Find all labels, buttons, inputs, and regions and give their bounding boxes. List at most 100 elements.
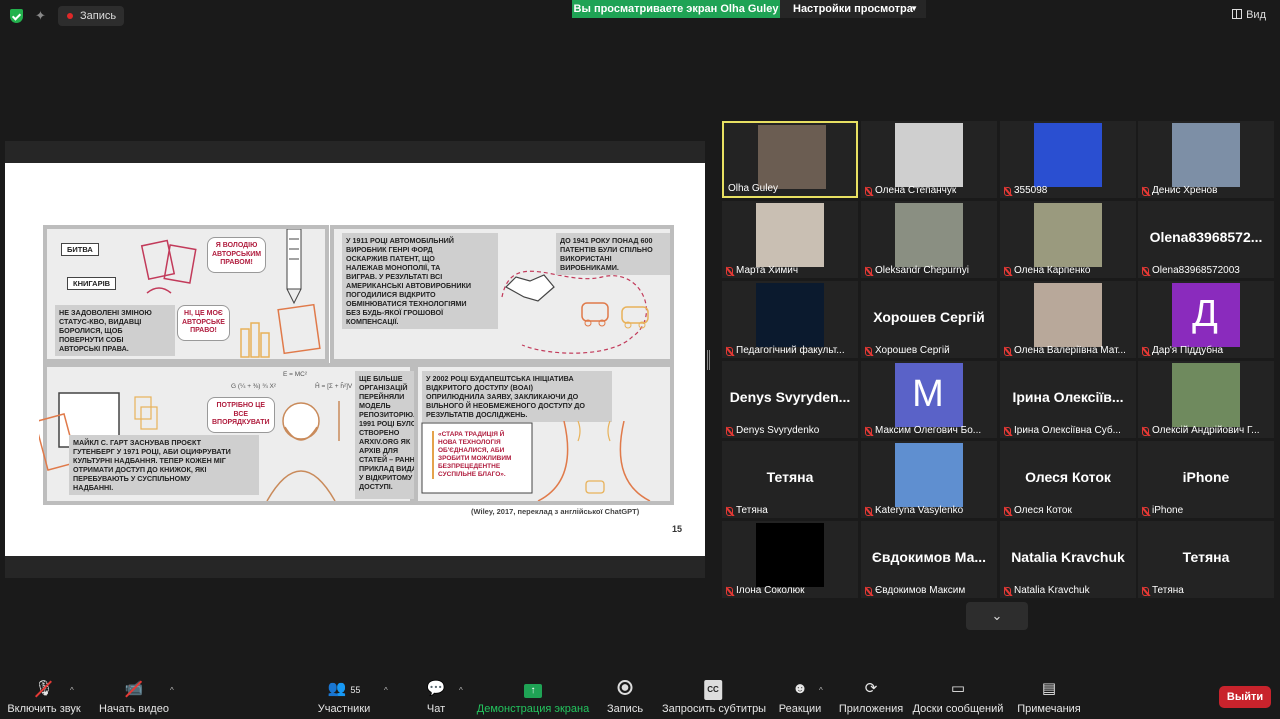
participant-name-label: Педагогічний факульт...	[726, 345, 856, 356]
participant-name: Євдокимов Максим	[875, 585, 966, 596]
participant-name: Максим Олегович Бо...	[875, 425, 982, 436]
participant-tile[interactable]: Kateryna Vasylenko	[861, 441, 997, 518]
view-button[interactable]: Вид	[1232, 9, 1266, 21]
participant-name: Olena83968572003	[1152, 265, 1240, 276]
leave-button[interactable]: Выйти	[1219, 686, 1271, 708]
participant-tile[interactable]: Oleksandr Chepurnyi	[861, 201, 997, 278]
participant-display-name: Ірина Олексіїв...	[1012, 389, 1124, 405]
participant-name-label: Тетяна	[1142, 585, 1272, 596]
apps-button[interactable]: ⟳ Приложения	[836, 672, 906, 719]
participant-name-label: Ілона Соколюк	[726, 585, 856, 596]
chat-label: Чат	[426, 703, 446, 715]
share-screen-icon: ↑	[524, 680, 542, 698]
microphone-muted-icon	[865, 267, 872, 276]
record-button[interactable]: Запись	[600, 672, 650, 719]
participant-tile[interactable]: iPhone iPhone	[1138, 441, 1274, 518]
captions-button[interactable]: CC Запросить субтитры	[662, 672, 767, 719]
participants-button[interactable]: 👥 55 Участники	[310, 672, 378, 719]
participant-video	[758, 125, 826, 189]
microphone-muted-icon	[726, 587, 733, 596]
video-options-caret[interactable]: ^	[170, 686, 174, 695]
microphone-muted-icon	[726, 427, 733, 436]
participant-name-label: Хорошев Сергій	[865, 345, 995, 356]
participant-name: Olha Guley	[728, 183, 779, 194]
participant-tile[interactable]: 355098	[1000, 121, 1136, 198]
participant-display-name: Denys Svyryden...	[729, 389, 851, 405]
signpost-top: БИТВА	[61, 243, 99, 256]
participant-tile[interactable]: Olha Guley	[722, 121, 858, 198]
participant-tile[interactable]: Д Дар'я Піддубна	[1138, 281, 1274, 358]
view-options-button[interactable]: Настройки просмотра ▼	[780, 0, 926, 18]
participant-name-label: Марта Химич	[726, 265, 856, 276]
participant-name: Олена Карпенко	[1014, 265, 1091, 276]
whiteboard-icon: ▭	[950, 680, 966, 697]
participant-video	[756, 203, 824, 267]
participant-tile[interactable]: Olena83968572... Olena83968572003	[1138, 201, 1274, 278]
notes-button[interactable]: ▤ Примечания	[1014, 672, 1084, 719]
reactions-button[interactable]: ☻ Реакции	[776, 672, 824, 719]
participant-tile[interactable]: Тетяна Тетяна	[1138, 521, 1274, 598]
chat-button[interactable]: 💬 Чат	[414, 672, 458, 719]
participant-tile[interactable]: Олена Карпенко	[1000, 201, 1136, 278]
unmute-button[interactable]: 🎙 Включить звук	[0, 672, 88, 719]
participant-tile[interactable]: Natalia Kravchuk Natalia Kravchuk	[1000, 521, 1136, 598]
participant-tile[interactable]: Ілона Соколюк	[722, 521, 858, 598]
participant-tile[interactable]: Тетяна Тетяна	[722, 441, 858, 518]
microphone-muted-icon	[865, 427, 872, 436]
share-screen-button[interactable]: ↑ Демонстрация экрана	[476, 672, 590, 719]
security-shield-icon[interactable]	[10, 9, 23, 23]
gallery-expand-button[interactable]: ⌄	[966, 602, 1028, 630]
top-bar: ✦ Запись Вы просматриваете экран Olha Gu…	[0, 0, 1280, 30]
participant-name: Олена Степанчук	[875, 185, 957, 196]
apps-label: Приложения	[838, 703, 904, 715]
captions-label: Запросить субтитры	[662, 703, 767, 715]
comic-panel-3: G (¼ + ⅜) ¾ X² E = MC² Ĥ = [Σ + ĥ²]V ПОТ…	[39, 363, 445, 505]
reactions-options-caret[interactable]: ^	[819, 686, 823, 695]
splitter-handle[interactable]	[707, 350, 710, 370]
microphone-muted-icon	[1004, 187, 1011, 196]
participant-tile[interactable]: Олеся Коток Олеся Коток	[1000, 441, 1136, 518]
participant-tile[interactable]: Олена Валеріївна Мат...	[1000, 281, 1136, 358]
whiteboards-button[interactable]: ▭ Доски сообщений	[912, 672, 1004, 719]
participant-tile[interactable]: Марта Химич	[722, 201, 858, 278]
participant-tile[interactable]: Олена Степанчук	[861, 121, 997, 198]
participant-name-label: Олексій Андрійович Г...	[1142, 425, 1272, 436]
panel-2-text-right: ДО 1941 РОКУ ПОНАД 600 ПАТЕНТІВ БУЛИ СПІ…	[556, 233, 670, 275]
participant-name-label: Олена Валеріївна Мат...	[1004, 345, 1134, 356]
recording-indicator[interactable]: Запись	[58, 6, 125, 26]
participant-display-name: iPhone	[1182, 469, 1230, 485]
participant-name: Natalia Kravchuk	[1014, 585, 1090, 596]
participant-name-label: Kateryna Vasylenko	[865, 505, 995, 516]
chevron-down-icon: ▼	[910, 4, 918, 13]
participant-name: iPhone	[1152, 505, 1184, 516]
participant-video	[1172, 123, 1240, 187]
scientist-illustration	[266, 401, 340, 501]
microphone-muted-icon	[1004, 427, 1011, 436]
meeting-toolbar: 🎙 Включить звук ^ 📹 Начать видео ^ 👥 55 …	[0, 672, 1280, 719]
participant-tile[interactable]: М Максим Олегович Бо...	[861, 361, 997, 438]
participant-name: Олена Валеріївна Мат...	[1014, 345, 1126, 356]
microphone-muted-icon	[865, 507, 872, 516]
participant-tile[interactable]: Олексій Андрійович Г...	[1138, 361, 1274, 438]
participant-video	[895, 123, 963, 187]
chat-options-caret[interactable]: ^	[459, 686, 463, 695]
share-banner: Вы просматриваете экран Olha Guley	[572, 0, 780, 18]
sparkle-icon[interactable]: ✦	[35, 8, 46, 24]
participant-video	[895, 443, 963, 507]
participant-name-label: Євдокимов Максим	[865, 585, 995, 596]
participant-video	[895, 203, 963, 267]
audio-options-caret[interactable]: ^	[70, 686, 74, 695]
participant-tile[interactable]: Хорошев Сергій Хорошев Сергій	[861, 281, 997, 358]
participant-tile[interactable]: Євдокимов Ма... Євдокимов Максим	[861, 521, 997, 598]
participants-options-caret[interactable]: ^	[384, 686, 388, 695]
participant-tile[interactable]: Denys Svyryden... Denys Svyrydenko	[722, 361, 858, 438]
participant-display-name: Євдокимов Ма...	[871, 549, 987, 565]
chat-icon: 💬	[426, 680, 446, 697]
microphone-muted-icon	[726, 507, 733, 516]
participant-tile[interactable]: Ірина Олексіїв... Ірина Олексіївна Суб...	[1000, 361, 1136, 438]
participant-tile[interactable]: Педагогічний факульт...	[722, 281, 858, 358]
participant-tile[interactable]: Денис Хренов	[1138, 121, 1274, 198]
formula-1: G (¼ + ⅜) ¾ X²	[231, 383, 276, 390]
start-video-button[interactable]: 📹 Начать видео	[94, 672, 174, 719]
participant-display-name: Natalia Kravchuk	[1011, 549, 1125, 565]
